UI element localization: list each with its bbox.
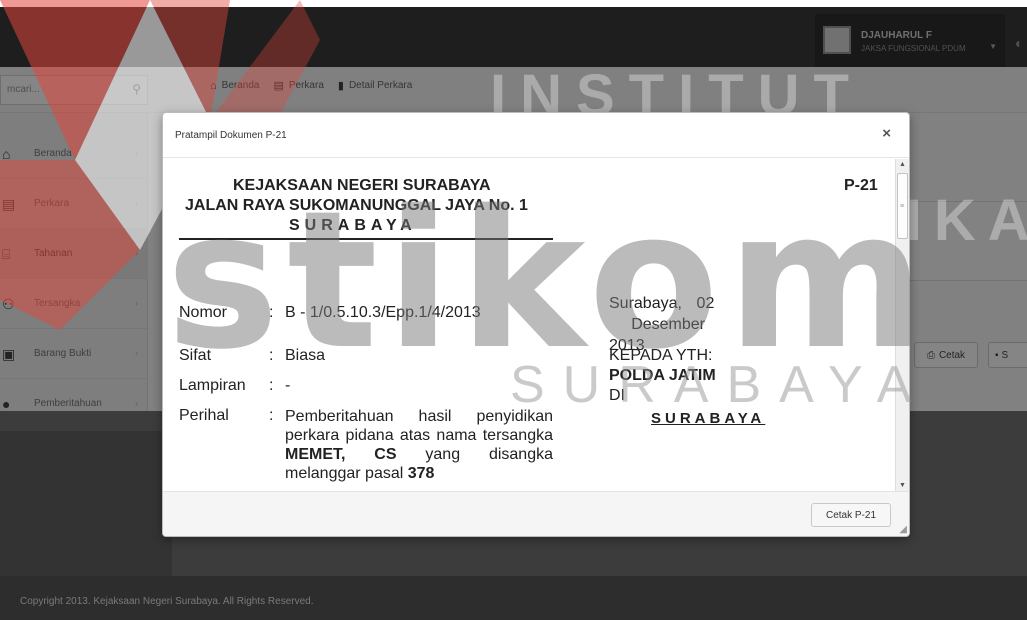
print-p21-button[interactable]: Cetak P-21 xyxy=(811,503,891,527)
date-city: Surabaya, xyxy=(609,295,682,312)
nomor-value: B - 1/0.5.10.3/Epp.1/4/2013 xyxy=(285,304,481,321)
scroll-down-icon[interactable]: ▼ xyxy=(899,482,906,489)
modal-header: Pratampil Dokumen P-21 × xyxy=(163,113,909,158)
perihal-pasal: 378 xyxy=(407,465,435,482)
sifat-value: Biasa xyxy=(285,347,326,364)
doc-header-rule xyxy=(179,238,553,240)
doc-header-line1: KEJAKSAAN NEGERI SURABAYA xyxy=(233,177,491,194)
scroll-up-icon[interactable]: ▲ xyxy=(899,161,906,168)
lampiran-label: Lampiran xyxy=(179,377,246,394)
perihal-label: Perihal xyxy=(179,407,229,424)
colon: : xyxy=(269,407,274,424)
colon: : xyxy=(269,347,274,364)
page-footer: Copyright 2013. Kejaksaan Negeri Surabay… xyxy=(0,576,1027,620)
doc-header-line3: SURABAYA xyxy=(289,217,417,234)
di-label: DI xyxy=(609,387,625,404)
perihal-value: Pemberitahuan hasil penyidikan perkara p… xyxy=(285,407,553,483)
recipient: POLDA JATIM xyxy=(609,367,716,384)
backdrop-side xyxy=(0,431,172,576)
colon: : xyxy=(269,377,274,394)
doc-code: P-21 xyxy=(844,177,878,194)
modal-title: Pratampil Dokumen P-21 xyxy=(175,130,287,141)
colon: : xyxy=(269,304,274,321)
grip-icon: ≡ xyxy=(900,203,905,210)
document-p21: KEJAKSAAN NEGERI SURABAYA JALAN RAYA SUK… xyxy=(163,159,895,491)
perihal-text1: Pemberitahuan hasil penyidikan perkara p… xyxy=(285,408,553,444)
resize-handle-icon[interactable]: ◢ xyxy=(899,524,907,535)
close-icon[interactable]: × xyxy=(882,125,891,142)
nomor-label: Nomor xyxy=(179,304,228,321)
kepada-label: KEPADA YTH: xyxy=(609,347,713,364)
modal-footer: Cetak P-21 ◢ xyxy=(163,491,909,536)
date-day: 02 xyxy=(696,295,715,312)
modal-body[interactable]: KEJAKSAAN NEGERI SURABAYA JALAN RAYA SUK… xyxy=(163,159,909,491)
lampiran-value: - xyxy=(285,377,291,394)
copyright-text: Copyright 2013. Kejaksaan Negeri Surabay… xyxy=(20,596,314,607)
document-preview-modal: Pratampil Dokumen P-21 × KEJAKSAAN NEGER… xyxy=(162,112,910,537)
doc-header-line2: JALAN RAYA SUKOMANUNGGAL JAYA No. 1 xyxy=(185,197,528,214)
perihal-name: MEMET, CS xyxy=(285,446,397,463)
date-month: Desember xyxy=(631,316,705,333)
recipient-city: SURABAYA xyxy=(651,410,766,427)
sifat-label: Sifat xyxy=(179,347,212,364)
scrollbar-thumb[interactable]: ≡ xyxy=(897,173,908,239)
vertical-scrollbar[interactable]: ▲ ≡ ▼ xyxy=(895,159,909,491)
